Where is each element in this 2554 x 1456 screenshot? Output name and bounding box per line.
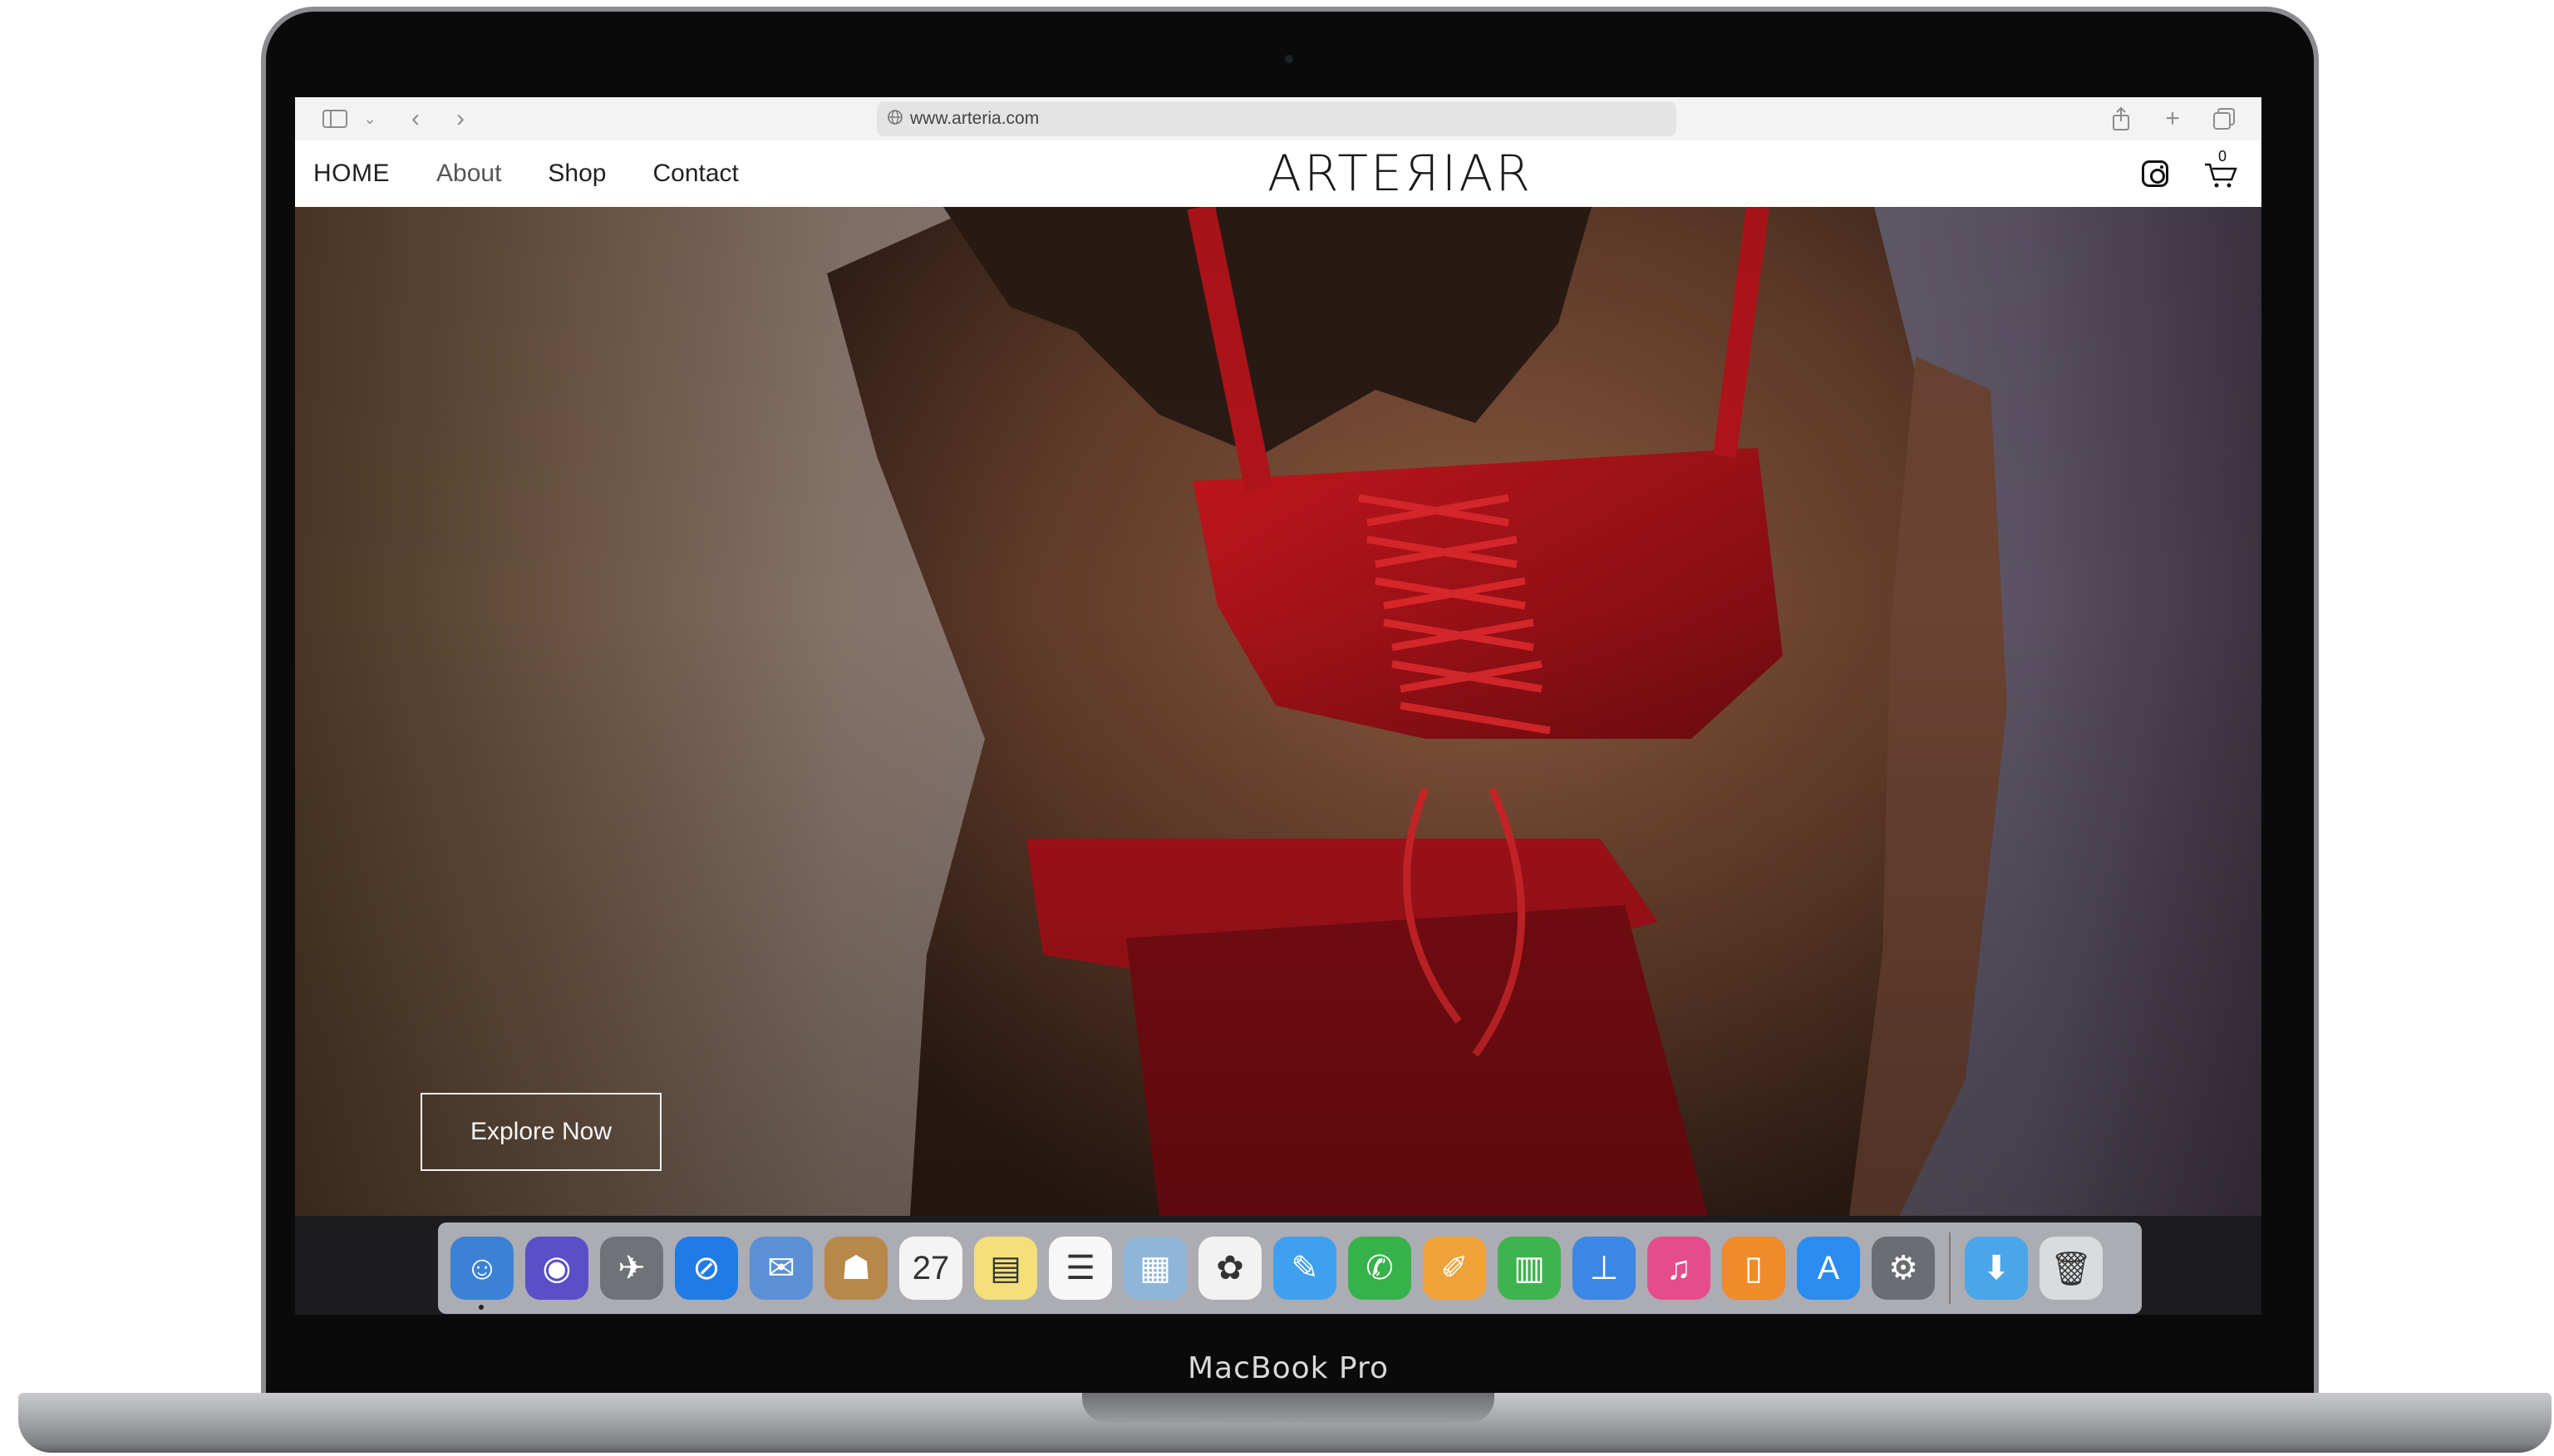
hero-overlay (295, 207, 2261, 1216)
tabs-overview-icon[interactable] (2210, 106, 2238, 132)
url-text: www.arteria.com (910, 109, 1040, 128)
logo-text: ARTEЯIAR (1267, 145, 1533, 203)
system-preferences-icon[interactable]: ⚙ (1872, 1237, 1935, 1300)
mail-icon[interactable]: ✉ (750, 1237, 813, 1300)
hero-image: Explore Now (295, 207, 2261, 1216)
sidebar-toggle-icon[interactable] (320, 106, 350, 132)
header-icons: 0 (2142, 140, 2238, 207)
app-store-icon[interactable]: A (1797, 1237, 1860, 1300)
itunes-icon[interactable]: ♫ (1647, 1237, 1710, 1300)
site-header: HOME About Shop Contact ARTEЯIAR 0 (295, 140, 2261, 207)
forward-icon[interactable]: › (448, 105, 473, 132)
globe-icon (887, 109, 903, 130)
cart-icon (2205, 163, 2237, 188)
nav-about[interactable]: About (436, 160, 501, 188)
laptop-notch (1082, 1393, 1494, 1423)
dock-separator (1949, 1232, 1951, 1304)
contacts-icon[interactable]: ☗ (824, 1237, 888, 1300)
cart-count: 0 (2218, 148, 2227, 165)
numbers-icon[interactable]: ▥ (1498, 1237, 1561, 1300)
preview-icon[interactable]: ▦ (1124, 1237, 1187, 1300)
back-icon[interactable]: ‹ (403, 105, 428, 132)
screen: ⌄ ‹ › www.arteria.com + HOME About Shop … (295, 97, 2261, 1315)
reminders-icon[interactable]: ☰ (1049, 1237, 1112, 1300)
facetime-icon[interactable]: ✆ (1348, 1237, 1411, 1300)
messages-icon[interactable]: ✎ (1273, 1237, 1336, 1300)
cart-button[interactable]: 0 (2203, 148, 2238, 189)
camera (1285, 55, 1293, 63)
downloads-folder-icon[interactable]: ⬇ (1965, 1237, 2028, 1300)
keynote-icon[interactable]: ⊥ (1572, 1237, 1636, 1300)
main-nav: HOME About Shop Contact (313, 140, 739, 207)
notes-icon[interactable]: ▤ (974, 1237, 1037, 1300)
nav-home[interactable]: HOME (313, 160, 390, 188)
instagram-icon[interactable] (2142, 160, 2168, 187)
finder-icon[interactable]: ☺ (450, 1237, 514, 1310)
device-label: MacBook Pro (1187, 1351, 1390, 1385)
ibooks-icon[interactable]: ▯ (1722, 1237, 1785, 1300)
dock: ☺ ◉ ✈ ⊘ ✉ ☗ 27 ▤ ☰ ▦ ✿ ✎ ✆ ✐ ▥ ⊥ ♫ ▯ A ⚙ ⬇ 🗑 (438, 1222, 2142, 1314)
pages-icon[interactable]: ✐ (1423, 1237, 1486, 1300)
calendar-icon[interactable]: 27 (899, 1237, 962, 1300)
safari-icon[interactable]: ⊘ (675, 1237, 738, 1300)
running-indicator (479, 1305, 484, 1310)
nav-contact[interactable]: Contact (652, 160, 738, 188)
stage: ⌄ ‹ › www.arteria.com + HOME About Shop … (0, 0, 2554, 1456)
site-logo[interactable]: ARTEЯIAR (1267, 144, 1533, 204)
photos-icon[interactable]: ✿ (1198, 1237, 1262, 1300)
new-tab-icon[interactable]: + (2160, 105, 2185, 132)
browser-toolbar: ⌄ ‹ › www.arteria.com + (295, 97, 2261, 140)
launchpad-icon[interactable]: ✈ (600, 1237, 663, 1300)
share-icon[interactable] (2109, 106, 2133, 132)
chevron-down-icon[interactable]: ⌄ (362, 106, 378, 132)
address-bar[interactable]: www.arteria.com (877, 101, 1676, 136)
nav-shop[interactable]: Shop (548, 160, 606, 188)
siri-icon[interactable]: ◉ (525, 1237, 588, 1300)
explore-now-button[interactable]: Explore Now (421, 1093, 662, 1171)
trash-icon[interactable]: 🗑 (2040, 1237, 2103, 1300)
